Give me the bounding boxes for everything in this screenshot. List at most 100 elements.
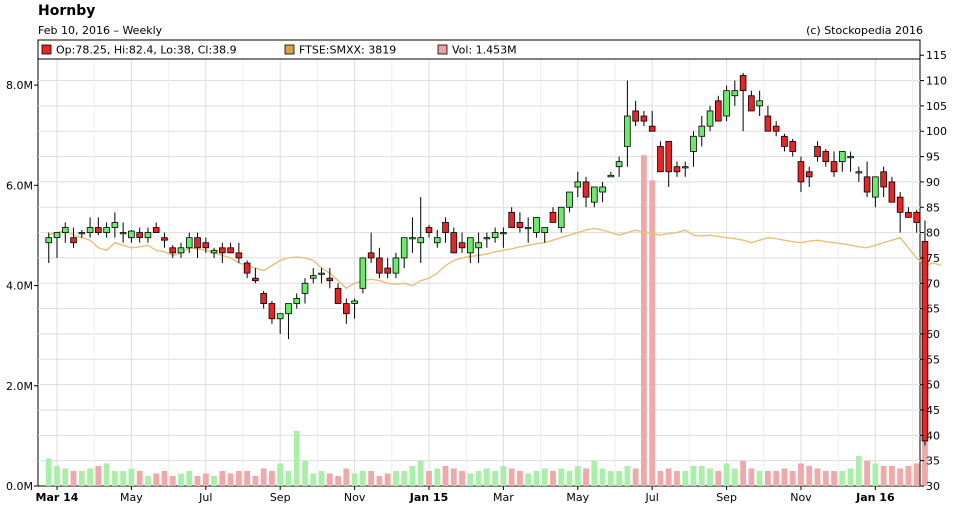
candle-body: [458, 242, 466, 249]
volume-bar: [459, 470, 465, 486]
candle-body: [599, 186, 606, 193]
volume-bar: [541, 468, 548, 486]
volume-bar: [649, 180, 656, 486]
candle-body: [756, 100, 763, 107]
candle-body: [384, 267, 391, 274]
candle-body: [128, 230, 135, 239]
volume-bar: [318, 470, 325, 486]
volume-bar: [566, 470, 573, 486]
candle-body: [863, 176, 871, 193]
volume-bar: [897, 468, 904, 486]
candle-body: [566, 191, 573, 208]
volume-bar: [641, 155, 647, 486]
volume-swatch-icon: [437, 44, 448, 55]
legend: Op:78.25, Hi:82.4, Lo:38, Cl:38.9 FTSE:S…: [37, 39, 921, 60]
volume-bar: [657, 470, 664, 486]
candle-body: [219, 247, 226, 254]
price-tick-label: 40: [926, 429, 940, 442]
volume-bar: [153, 473, 160, 486]
candle-body: [739, 75, 747, 92]
volume-bar: [492, 470, 499, 486]
volume-bar: [277, 463, 284, 486]
candle-body: [86, 227, 94, 233]
candle-body: [169, 247, 177, 254]
volume-bar: [409, 465, 416, 486]
candle-body: [781, 135, 788, 147]
candle-body: [45, 237, 53, 244]
volume-bar: [376, 475, 383, 486]
volume-bar: [616, 470, 623, 486]
candle-body: [276, 313, 284, 320]
price-tick-label: 100: [926, 125, 947, 138]
candle-body: [698, 125, 706, 137]
volume-bar: [54, 465, 60, 486]
candle-body: [723, 90, 730, 117]
candle-body: [268, 303, 276, 320]
candle-body: [615, 161, 623, 168]
volume-bar: [62, 468, 69, 486]
time-tick-label: Jul: [198, 491, 212, 504]
price-tick-label: 35: [926, 455, 940, 468]
candle-body: [582, 181, 590, 198]
candle-body: [772, 125, 780, 132]
volume-bar: [450, 468, 457, 486]
volume-bar: [335, 475, 341, 486]
candle-body: [70, 237, 77, 244]
volume-tick-label: 6.0M: [6, 179, 33, 192]
candle-body: [847, 156, 854, 159]
volume-bar: [822, 470, 829, 486]
time-tick-label: May: [566, 491, 589, 504]
volume-bar: [368, 470, 375, 486]
volume-bar: [500, 465, 507, 486]
candle-body: [690, 135, 697, 152]
legend-ohlc: Op:78.25, Hi:82.4, Lo:38, Cl:38.9: [56, 44, 237, 57]
candle-body: [111, 222, 119, 228]
volume-bar: [855, 455, 862, 486]
volume-bar: [707, 468, 713, 486]
candle-body: [549, 211, 557, 223]
volume-bar: [731, 468, 738, 486]
volume-bar: [583, 468, 589, 486]
volume-bar: [194, 475, 201, 486]
volume-bar: [111, 470, 118, 486]
candle-body: [913, 211, 920, 223]
candle-body: [524, 227, 532, 230]
volume-bar: [161, 470, 168, 486]
volume-bar: [227, 473, 234, 486]
price-tick-label: 30: [926, 480, 940, 493]
volume-bar: [814, 468, 821, 486]
candle-body: [475, 242, 482, 249]
candle-body: [533, 216, 540, 233]
time-tick-label: May: [120, 491, 143, 504]
candle-body: [880, 171, 887, 188]
volume-bar: [186, 470, 193, 486]
volume-bar: [87, 468, 93, 486]
volume-bar: [169, 475, 176, 486]
candle-body: [591, 186, 598, 203]
candle-body: [376, 257, 383, 274]
candle-body: [748, 95, 755, 112]
candle-body: [185, 237, 193, 249]
time-tick-label: Nov: [344, 491, 366, 504]
volume-tick-label: 8.0M: [6, 79, 33, 92]
volume-bar: [302, 460, 308, 486]
candle-body: [202, 242, 210, 249]
price-tick-label: 70: [926, 277, 940, 290]
volume-bar: [880, 465, 887, 486]
price-tick-label: 90: [926, 176, 940, 189]
volume-bar: [120, 470, 127, 486]
volume-bar: [252, 475, 259, 486]
candle-body: [309, 275, 317, 279]
candle-body: [210, 249, 218, 254]
volume-bar: [128, 468, 135, 486]
candle-body: [409, 237, 416, 240]
volume-bar: [765, 470, 771, 486]
candle-body: [467, 237, 474, 254]
time-tick-label: Sep: [716, 491, 737, 504]
volume-bar: [269, 470, 275, 486]
volume-bar: [574, 465, 581, 486]
candle-body: [442, 222, 449, 233]
volume-bar: [475, 470, 482, 486]
candle-body: [260, 293, 267, 304]
candle-body: [574, 181, 582, 188]
